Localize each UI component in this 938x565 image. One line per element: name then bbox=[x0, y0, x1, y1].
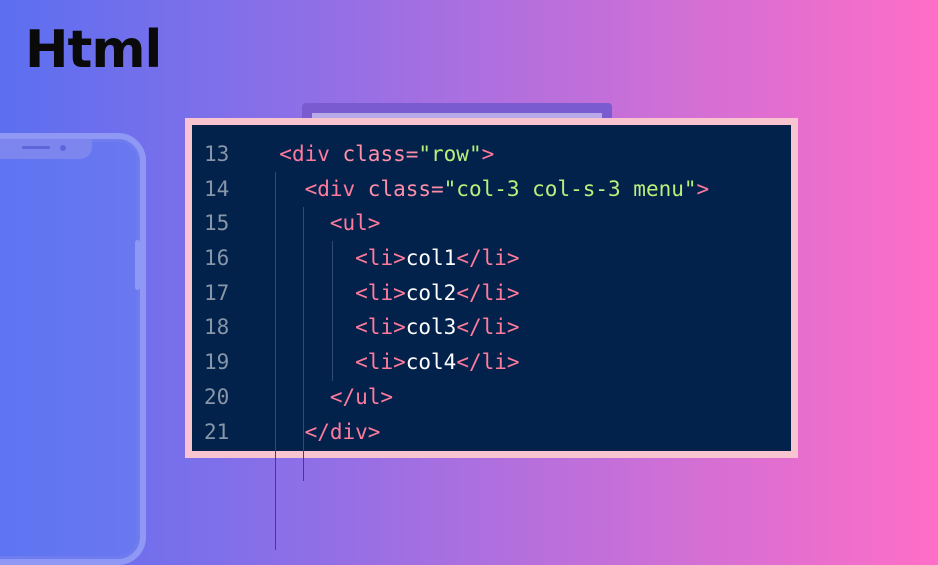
code-line: 17 <li>col2</li> bbox=[192, 276, 791, 311]
code-token-tag: <div bbox=[304, 176, 368, 201]
code-line: 18 <li>col3</li> bbox=[192, 310, 791, 345]
code-text: <li>col3</li> bbox=[254, 310, 520, 345]
line-number: 20 bbox=[204, 384, 230, 409]
code-text: <ul> bbox=[254, 206, 381, 241]
line-number: 21 bbox=[204, 419, 230, 444]
code-snippet-frame: 13 <div class="row"> 14 <div class="col-3… bbox=[185, 118, 798, 550]
code-text: </div> bbox=[254, 415, 381, 450]
code-token-tag: <li> bbox=[355, 315, 406, 340]
line-number: 16 bbox=[204, 246, 230, 271]
code-token-tag: <li> bbox=[355, 280, 406, 305]
code-text: <li>col4</li> bbox=[254, 345, 520, 380]
code-token-tag: </ul> bbox=[329, 384, 394, 409]
code-token-tag: <li> bbox=[355, 246, 406, 271]
code-token-tag: </li> bbox=[456, 315, 520, 340]
code-token-txt: col3 bbox=[405, 315, 457, 340]
code-token-tag: > bbox=[481, 142, 495, 166]
page-title: Html bbox=[25, 20, 162, 80]
code-line: 20 </ul> bbox=[192, 380, 791, 415]
code-line: 19 <li>col4</li> bbox=[192, 345, 791, 380]
line-number: 13 bbox=[204, 142, 230, 166]
code-token-tag: </div> bbox=[304, 419, 381, 444]
code-line: 16 <li>col1</li> bbox=[192, 241, 791, 276]
code-lines: 13 <div class="row"> 14 <div class="col-3… bbox=[192, 137, 791, 449]
code-token-txt: col4 bbox=[405, 350, 457, 375]
code-token-tag: <ul> bbox=[329, 211, 381, 236]
line-number: 15 bbox=[204, 211, 230, 236]
code-text: <div class="row"> bbox=[254, 137, 494, 172]
code-line: 15 <ul> bbox=[192, 206, 791, 241]
code-text: <li>col2</li> bbox=[254, 276, 520, 311]
code-token-attr: class= bbox=[367, 176, 444, 201]
code-line: 13 <div class="row"> bbox=[192, 137, 791, 172]
code-editor-panel: 13 <div class="row"> 14 <div class="col-3… bbox=[192, 125, 791, 550]
line-number: 18 bbox=[204, 315, 230, 340]
code-text: <li>col1</li> bbox=[254, 241, 520, 276]
smartphone-icon bbox=[0, 133, 146, 565]
code-token-tag: > bbox=[696, 176, 710, 201]
code-token-tag: <div bbox=[279, 142, 343, 166]
phone-side-button bbox=[135, 240, 140, 290]
line-number: 17 bbox=[204, 280, 230, 305]
code-token-str: "col-3 col-s-3 menu" bbox=[443, 176, 697, 201]
code-line: 21 </div> bbox=[192, 415, 791, 450]
code-token-txt: col1 bbox=[405, 246, 457, 271]
code-line: 14 <div class="col-3 col-s-3 menu"> bbox=[192, 172, 791, 207]
line-number: 14 bbox=[204, 176, 230, 201]
code-token-txt: col2 bbox=[405, 280, 457, 305]
code-token-tag: <li> bbox=[355, 350, 406, 375]
code-token-attr: class= bbox=[342, 142, 419, 166]
phone-camera bbox=[60, 145, 66, 151]
code-token-tag: </li> bbox=[456, 280, 520, 305]
code-token-tag: </li> bbox=[456, 246, 520, 271]
line-number: 19 bbox=[204, 350, 230, 375]
code-token-tag: </li> bbox=[456, 350, 520, 375]
phone-speaker bbox=[22, 146, 50, 149]
code-text: <div class="col-3 col-s-3 menu"> bbox=[254, 172, 710, 207]
code-token-str: "row" bbox=[418, 142, 482, 166]
code-text: </ul> bbox=[254, 380, 393, 415]
phone-notch bbox=[0, 139, 92, 159]
